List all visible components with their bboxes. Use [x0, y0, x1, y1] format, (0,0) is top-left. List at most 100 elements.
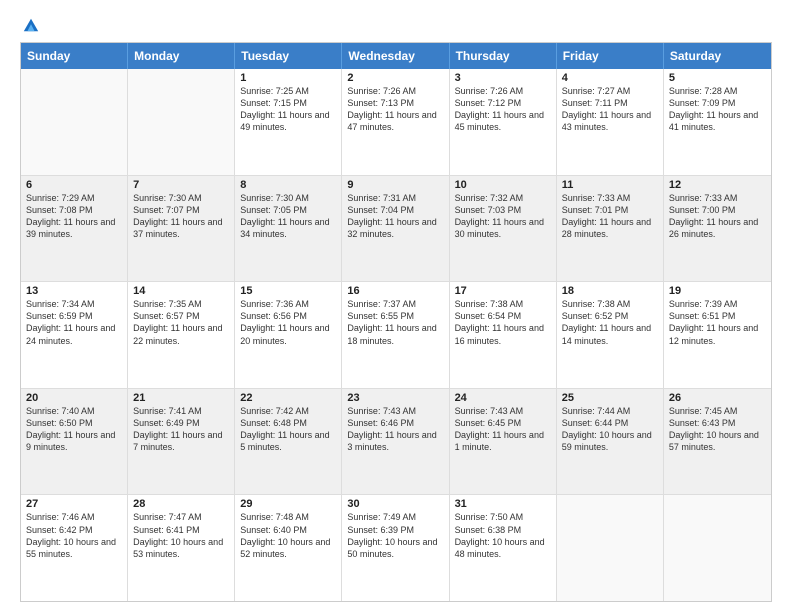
day-number: 14	[133, 285, 229, 297]
calendar-cell	[664, 495, 771, 601]
logo-text	[20, 16, 40, 34]
day-number: 12	[669, 179, 766, 191]
calendar-cell: 25Sunrise: 7:44 AM Sunset: 6:44 PM Dayli…	[557, 389, 664, 495]
cell-info: Sunrise: 7:32 AM Sunset: 7:03 PM Dayligh…	[455, 192, 551, 241]
calendar-cell: 24Sunrise: 7:43 AM Sunset: 6:45 PM Dayli…	[450, 389, 557, 495]
calendar-cell	[557, 495, 664, 601]
calendar-cell: 2Sunrise: 7:26 AM Sunset: 7:13 PM Daylig…	[342, 69, 449, 175]
calendar-cell: 29Sunrise: 7:48 AM Sunset: 6:40 PM Dayli…	[235, 495, 342, 601]
calendar-cell: 26Sunrise: 7:45 AM Sunset: 6:43 PM Dayli…	[664, 389, 771, 495]
day-number: 20	[26, 392, 122, 404]
calendar-cell: 14Sunrise: 7:35 AM Sunset: 6:57 PM Dayli…	[128, 282, 235, 388]
calendar: SundayMondayTuesdayWednesdayThursdayFrid…	[20, 42, 772, 602]
cell-info: Sunrise: 7:37 AM Sunset: 6:55 PM Dayligh…	[347, 298, 443, 347]
calendar-cell: 10Sunrise: 7:32 AM Sunset: 7:03 PM Dayli…	[450, 176, 557, 282]
cell-info: Sunrise: 7:30 AM Sunset: 7:05 PM Dayligh…	[240, 192, 336, 241]
cell-info: Sunrise: 7:36 AM Sunset: 6:56 PM Dayligh…	[240, 298, 336, 347]
day-number: 26	[669, 392, 766, 404]
calendar-cell: 7Sunrise: 7:30 AM Sunset: 7:07 PM Daylig…	[128, 176, 235, 282]
calendar-day-header: Monday	[128, 43, 235, 69]
cell-info: Sunrise: 7:25 AM Sunset: 7:15 PM Dayligh…	[240, 85, 336, 134]
cell-info: Sunrise: 7:28 AM Sunset: 7:09 PM Dayligh…	[669, 85, 766, 134]
calendar-day-header: Friday	[557, 43, 664, 69]
calendar-day-header: Sunday	[21, 43, 128, 69]
day-number: 27	[26, 498, 122, 510]
day-number: 6	[26, 179, 122, 191]
calendar-cell: 15Sunrise: 7:36 AM Sunset: 6:56 PM Dayli…	[235, 282, 342, 388]
cell-info: Sunrise: 7:48 AM Sunset: 6:40 PM Dayligh…	[240, 511, 336, 560]
day-number: 4	[562, 72, 658, 84]
day-number: 17	[455, 285, 551, 297]
cell-info: Sunrise: 7:43 AM Sunset: 6:46 PM Dayligh…	[347, 405, 443, 454]
calendar-cell: 22Sunrise: 7:42 AM Sunset: 6:48 PM Dayli…	[235, 389, 342, 495]
cell-info: Sunrise: 7:40 AM Sunset: 6:50 PM Dayligh…	[26, 405, 122, 454]
cell-info: Sunrise: 7:42 AM Sunset: 6:48 PM Dayligh…	[240, 405, 336, 454]
cell-info: Sunrise: 7:35 AM Sunset: 6:57 PM Dayligh…	[133, 298, 229, 347]
cell-info: Sunrise: 7:31 AM Sunset: 7:04 PM Dayligh…	[347, 192, 443, 241]
calendar-cell: 17Sunrise: 7:38 AM Sunset: 6:54 PM Dayli…	[450, 282, 557, 388]
cell-info: Sunrise: 7:38 AM Sunset: 6:54 PM Dayligh…	[455, 298, 551, 347]
day-number: 24	[455, 392, 551, 404]
calendar-cell: 12Sunrise: 7:33 AM Sunset: 7:00 PM Dayli…	[664, 176, 771, 282]
cell-info: Sunrise: 7:33 AM Sunset: 7:01 PM Dayligh…	[562, 192, 658, 241]
calendar-cell: 5Sunrise: 7:28 AM Sunset: 7:09 PM Daylig…	[664, 69, 771, 175]
cell-info: Sunrise: 7:50 AM Sunset: 6:38 PM Dayligh…	[455, 511, 551, 560]
calendar-row: 6Sunrise: 7:29 AM Sunset: 7:08 PM Daylig…	[21, 175, 771, 282]
day-number: 16	[347, 285, 443, 297]
cell-info: Sunrise: 7:30 AM Sunset: 7:07 PM Dayligh…	[133, 192, 229, 241]
calendar-cell: 11Sunrise: 7:33 AM Sunset: 7:01 PM Dayli…	[557, 176, 664, 282]
day-number: 31	[455, 498, 551, 510]
cell-info: Sunrise: 7:44 AM Sunset: 6:44 PM Dayligh…	[562, 405, 658, 454]
calendar-cell: 6Sunrise: 7:29 AM Sunset: 7:08 PM Daylig…	[21, 176, 128, 282]
cell-info: Sunrise: 7:34 AM Sunset: 6:59 PM Dayligh…	[26, 298, 122, 347]
cell-info: Sunrise: 7:33 AM Sunset: 7:00 PM Dayligh…	[669, 192, 766, 241]
calendar-cell: 8Sunrise: 7:30 AM Sunset: 7:05 PM Daylig…	[235, 176, 342, 282]
day-number: 18	[562, 285, 658, 297]
day-number: 15	[240, 285, 336, 297]
cell-info: Sunrise: 7:27 AM Sunset: 7:11 PM Dayligh…	[562, 85, 658, 134]
calendar-cell: 13Sunrise: 7:34 AM Sunset: 6:59 PM Dayli…	[21, 282, 128, 388]
calendar-cell: 1Sunrise: 7:25 AM Sunset: 7:15 PM Daylig…	[235, 69, 342, 175]
cell-info: Sunrise: 7:38 AM Sunset: 6:52 PM Dayligh…	[562, 298, 658, 347]
calendar-row: 27Sunrise: 7:46 AM Sunset: 6:42 PM Dayli…	[21, 494, 771, 601]
calendar-day-header: Saturday	[664, 43, 771, 69]
cell-info: Sunrise: 7:39 AM Sunset: 6:51 PM Dayligh…	[669, 298, 766, 347]
calendar-row: 13Sunrise: 7:34 AM Sunset: 6:59 PM Dayli…	[21, 281, 771, 388]
calendar-cell: 21Sunrise: 7:41 AM Sunset: 6:49 PM Dayli…	[128, 389, 235, 495]
calendar-row: 1Sunrise: 7:25 AM Sunset: 7:15 PM Daylig…	[21, 69, 771, 175]
day-number: 10	[455, 179, 551, 191]
calendar-body: 1Sunrise: 7:25 AM Sunset: 7:15 PM Daylig…	[21, 69, 771, 601]
day-number: 30	[347, 498, 443, 510]
calendar-cell: 30Sunrise: 7:49 AM Sunset: 6:39 PM Dayli…	[342, 495, 449, 601]
day-number: 1	[240, 72, 336, 84]
cell-info: Sunrise: 7:29 AM Sunset: 7:08 PM Dayligh…	[26, 192, 122, 241]
day-number: 2	[347, 72, 443, 84]
calendar-cell: 20Sunrise: 7:40 AM Sunset: 6:50 PM Dayli…	[21, 389, 128, 495]
day-number: 21	[133, 392, 229, 404]
calendar-cell	[21, 69, 128, 175]
day-number: 13	[26, 285, 122, 297]
calendar-day-header: Tuesday	[235, 43, 342, 69]
cell-info: Sunrise: 7:26 AM Sunset: 7:12 PM Dayligh…	[455, 85, 551, 134]
day-number: 19	[669, 285, 766, 297]
cell-info: Sunrise: 7:47 AM Sunset: 6:41 PM Dayligh…	[133, 511, 229, 560]
calendar-row: 20Sunrise: 7:40 AM Sunset: 6:50 PM Dayli…	[21, 388, 771, 495]
cell-info: Sunrise: 7:45 AM Sunset: 6:43 PM Dayligh…	[669, 405, 766, 454]
day-number: 25	[562, 392, 658, 404]
day-number: 9	[347, 179, 443, 191]
logo	[20, 16, 40, 34]
calendar-cell: 9Sunrise: 7:31 AM Sunset: 7:04 PM Daylig…	[342, 176, 449, 282]
calendar-cell	[128, 69, 235, 175]
day-number: 7	[133, 179, 229, 191]
day-number: 22	[240, 392, 336, 404]
day-number: 5	[669, 72, 766, 84]
calendar-cell: 18Sunrise: 7:38 AM Sunset: 6:52 PM Dayli…	[557, 282, 664, 388]
cell-info: Sunrise: 7:49 AM Sunset: 6:39 PM Dayligh…	[347, 511, 443, 560]
calendar-cell: 3Sunrise: 7:26 AM Sunset: 7:12 PM Daylig…	[450, 69, 557, 175]
calendar-cell: 23Sunrise: 7:43 AM Sunset: 6:46 PM Dayli…	[342, 389, 449, 495]
calendar-day-header: Thursday	[450, 43, 557, 69]
day-number: 3	[455, 72, 551, 84]
day-number: 28	[133, 498, 229, 510]
day-number: 29	[240, 498, 336, 510]
logo-icon	[22, 16, 40, 34]
